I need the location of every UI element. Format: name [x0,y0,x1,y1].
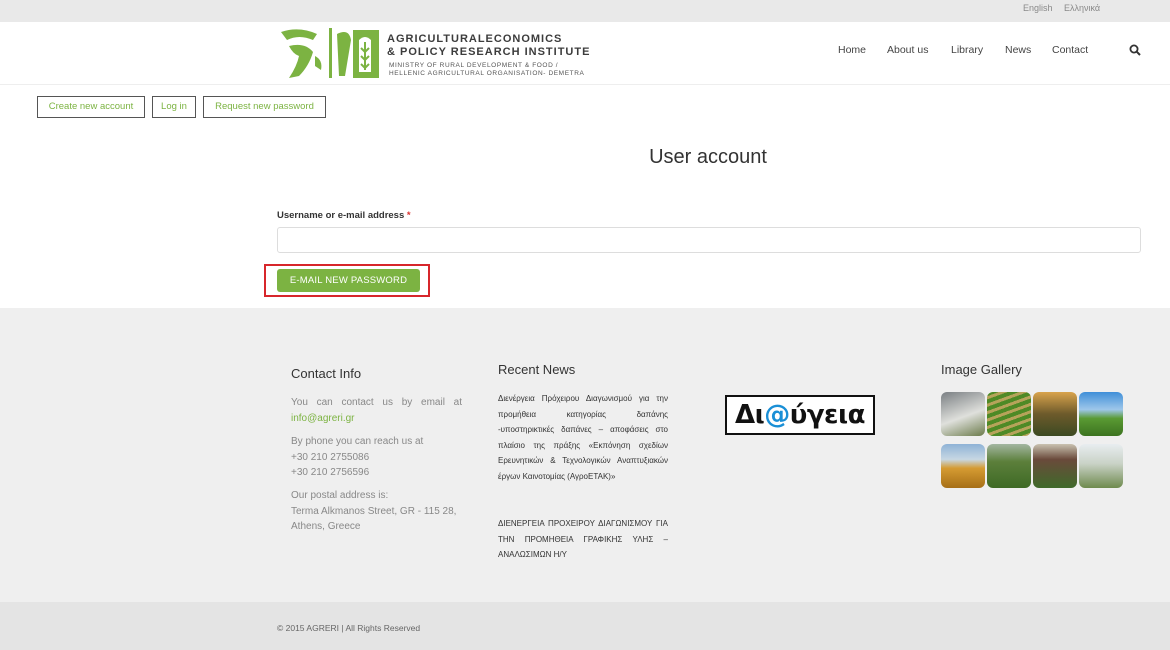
contact-email-link[interactable]: info@agreri.gr [291,413,355,424]
contact-address-intro: Our postal address is: [291,490,389,501]
contact-address-line1: Terma Alkmanos Street, GR - 115 28, [291,505,457,517]
copyright-bar: © 2015 AGRERI | All Rights Reserved [0,602,1170,650]
gallery-thumbnail-sunset[interactable] [1033,392,1077,436]
logo-title-line1: AGRICULTURALECONOMICS [387,33,563,45]
language-english-link[interactable]: English [1023,3,1053,13]
logo-title-line2: & POLICY RESEARCH INSTITUTE [387,46,591,58]
image-gallery [941,392,1125,488]
gallery-thumbnail-field[interactable] [987,392,1031,436]
username-label-text: Username or e-mail address [277,210,405,221]
contact-address-text: Our postal address is: Terma Alkmanos St… [291,488,462,535]
site-header: AGRICULTURALECONOMICS & POLICY RESEARCH … [0,22,1170,85]
logo-subtitle-line2: HELLENIC AGRICULTURAL ORGANISATION- DEME… [389,70,585,77]
page-title: User account [649,146,767,168]
contact-email-intro: You can contact us by email at [291,397,462,408]
logo-subtitle-line1: MINISTRY OF RURAL DEVELOPMENT & FOOD / [389,62,559,69]
gallery-thumbnail-crops[interactable] [987,444,1031,488]
contact-phone-1: +30 210 2755086 [291,451,370,463]
logo-title: AGRICULTURALECONOMICS & POLICY RESEARCH … [387,33,590,59]
gallery-thumbnail-farm[interactable] [1033,444,1077,488]
contact-email-text: You can contact us by email at info@agre… [291,395,462,426]
contact-phone-intro: By phone you can reach us at [291,436,424,447]
logo-subtitle: MINISTRY OF RURAL DEVELOPMENT & FOOD / H… [389,62,584,78]
diavgeia-logo-at: @ [764,400,790,430]
tab-log-in[interactable]: Log in [152,96,196,118]
site-logo[interactable]: AGRICULTURALECONOMICS & POLICY RESEARCH … [279,26,609,80]
gallery-thumbnail-cow[interactable] [941,392,985,436]
email-new-password-button[interactable]: E-MAIL NEW PASSWORD [277,269,420,292]
nav-about-us[interactable]: About us [887,44,928,56]
tab-create-new-account[interactable]: Create new account [37,96,145,118]
diavgeia-logo-text-pre: Δι [735,400,765,430]
search-icon[interactable] [1129,44,1141,56]
contact-info-title: Contact Info [291,366,362,381]
nav-home[interactable]: Home [838,44,866,56]
image-gallery-title: Image Gallery [941,362,1022,377]
contact-phone-2: +30 210 2756596 [291,467,370,478]
username-field-label: Username or e-mail address * [277,210,411,221]
language-greek-link[interactable]: Ελληνικά [1064,3,1100,13]
gallery-thumbnail-landscape[interactable] [1079,444,1123,488]
nav-news[interactable]: News [1005,44,1031,56]
recent-news-title: Recent News [498,362,576,377]
contact-address-line2: Athens, Greece [291,521,361,532]
site-footer: Contact Info You can contact us by email… [0,308,1170,602]
required-marker: * [406,210,411,221]
language-bar: English Ελληνικά [0,0,1170,22]
diavgeia-logo[interactable]: Δι@ύγεια [725,395,875,435]
contact-phone-text: By phone you can reach us at +30 210 275… [291,434,462,481]
tab-request-new-password[interactable]: Request new password [203,96,326,118]
gallery-thumbnail-meadow[interactable] [1079,392,1123,436]
gallery-thumbnail-wheat[interactable] [941,444,985,488]
nav-library[interactable]: Library [951,44,983,56]
news-item[interactable]: Διενέργεια Πρόχειρου Διαγωνισμού για την… [498,391,668,484]
logo-wheat-icon [281,28,379,78]
nav-contact[interactable]: Contact [1052,44,1088,56]
news-item[interactable]: ΔΙΕΝΕΡΓΕΙΑ ΠΡΟΧΕΙΡΟΥ ΔΙΑΓΩΝΙΣΜΟΥ ΓΙΑ ΤΗΝ… [498,516,668,563]
username-email-input[interactable] [277,227,1141,253]
diavgeia-logo-text-post: ύγεια [789,400,866,430]
copyright-text: © 2015 AGRERI | All Rights Reserved [277,623,421,633]
